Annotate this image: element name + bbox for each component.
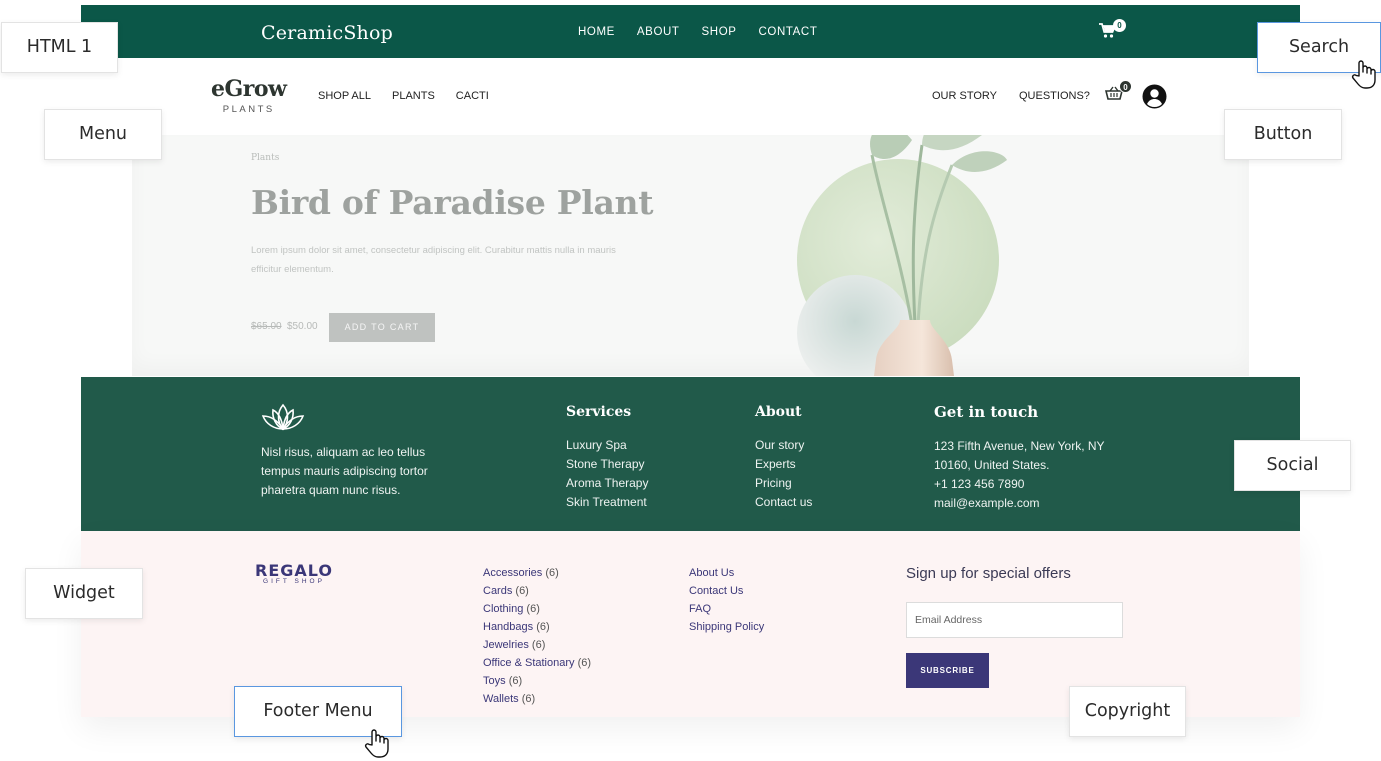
nav-about[interactable]: ABOUT [637,26,680,38]
footer-about-text: Nisl risus, aliquam ac leo tellus tempus… [261,445,428,497]
signup-heading: Sign up for special offers [906,565,1071,582]
menu-shop-all[interactable]: SHOP ALL [318,90,371,102]
callout-button[interactable]: Button [1224,109,1342,160]
service-link[interactable]: Stone Therapy [566,455,648,474]
services-heading: Services [566,404,632,420]
ceramicshop-brand[interactable]: CeramicShop [261,22,393,44]
about-link[interactable]: Our story [755,436,812,455]
footer-link-about[interactable]: About Us [689,564,764,582]
breadcrumb[interactable]: Plants [251,153,279,163]
top-nav: HOME ABOUT SHOP CONTACT [578,26,839,38]
callout-html1[interactable]: HTML 1 [1,22,118,73]
sale-price: $50.00 [287,321,318,332]
contact-address-line-1: 123 Fifth Avenue, New York, NY [934,439,1105,453]
regalo-logo-sub: GIFT SHOP [263,578,325,585]
contact-email[interactable]: mail@example.com [934,494,1105,513]
product-hero: Plants Bird of Paradise Plant Lorem ipsu… [132,135,1249,376]
callout-widget[interactable]: Widget [25,568,143,619]
about-link[interactable]: Pricing [755,474,812,493]
subscribe-button[interactable]: SUBSCRIBE [906,653,989,688]
footer-link-faq[interactable]: FAQ [689,600,764,618]
basket-count-badge: 0 [1119,80,1132,93]
cart-count-badge: 0 [1113,19,1126,32]
footer-link-contact[interactable]: Contact Us [689,582,764,600]
services-footer: Nisl risus, aliquam ac leo tellus tempus… [81,377,1300,531]
menu-our-story[interactable]: OUR STORY [932,90,997,102]
about-link[interactable]: Contact us [755,493,812,512]
about-heading: About [755,404,802,420]
lotus-icon [260,402,306,437]
pointer-hand-icon [1351,60,1376,89]
category-item[interactable]: Cards (6) [483,582,591,600]
cart-icon[interactable]: 0 [1098,19,1126,42]
egrow-logo[interactable]: eGrow PLANTS [211,76,287,115]
contact-heading: Get in touch [934,403,1039,421]
footer-link-shipping[interactable]: Shipping Policy [689,618,764,636]
category-item[interactable]: Clothing (6) [483,600,591,618]
contact-phone[interactable]: +1 123 456 7890 [934,475,1105,494]
category-item[interactable]: Jewelries (6) [483,636,591,654]
egrow-header: eGrow PLANTS SHOP ALL PLANTS CACTI OUR S… [81,58,1300,135]
category-list: Accessories (6) Cards (6) Clothing (6) H… [483,564,591,708]
contact-address-line-2: 10160, United States. [934,458,1050,472]
menu-questions[interactable]: QUESTIONS? [1019,90,1090,102]
basket-icon[interactable]: 0 [1104,80,1132,105]
secondary-menu: OUR STORY QUESTIONS? [932,90,1112,102]
nav-shop[interactable]: SHOP [702,26,737,38]
nav-home[interactable]: HOME [578,26,615,38]
product-title: Bird of Paradise Plant [251,183,654,222]
regalo-logo[interactable]: REGALO GIFT SHOP [255,561,333,585]
menu-cacti[interactable]: CACTI [456,90,489,102]
category-item[interactable]: Toys (6) [483,672,591,690]
category-item[interactable]: Handbags (6) [483,618,591,636]
logo-main-text: eGrow [211,76,287,102]
footer-links: About Us Contact Us FAQ Shipping Policy [689,564,764,636]
callout-menu[interactable]: Menu [44,109,162,160]
plant-image [797,135,1007,376]
email-field[interactable]: Email Address [906,602,1123,638]
old-price: $65.00 [251,321,282,332]
category-item[interactable]: Office & Stationary (6) [483,654,591,672]
category-item[interactable]: Accessories (6) [483,564,591,582]
services-column: Services Luxury Spa Stone Therapy Aroma … [566,404,648,512]
logo-sub-text: PLANTS [222,104,275,115]
user-icon[interactable] [1142,84,1167,109]
service-link[interactable]: Aroma Therapy [566,474,648,493]
main-menu: SHOP ALL PLANTS CACTI [318,90,510,102]
about-link[interactable]: Experts [755,455,812,474]
callout-social[interactable]: Social [1234,440,1351,491]
pointer-hand-icon [364,729,389,758]
category-item[interactable]: Wallets (6) [483,690,591,708]
product-description: Lorem ipsum dolor sit amet, consectetur … [251,245,616,275]
contact-column: Get in touch 123 Fifth Avenue, New York,… [934,403,1105,513]
nav-contact[interactable]: CONTACT [759,26,818,38]
menu-plants[interactable]: PLANTS [392,90,435,102]
service-link[interactable]: Luxury Spa [566,436,648,455]
add-to-cart-button[interactable]: ADD TO CART [329,313,435,342]
about-column: About Our story Experts Pricing Contact … [755,404,812,512]
service-link[interactable]: Skin Treatment [566,493,648,512]
callout-copyright[interactable]: Copyright [1069,686,1186,737]
top-bar: CeramicShop HOME ABOUT SHOP CONTACT 0 [81,5,1300,58]
